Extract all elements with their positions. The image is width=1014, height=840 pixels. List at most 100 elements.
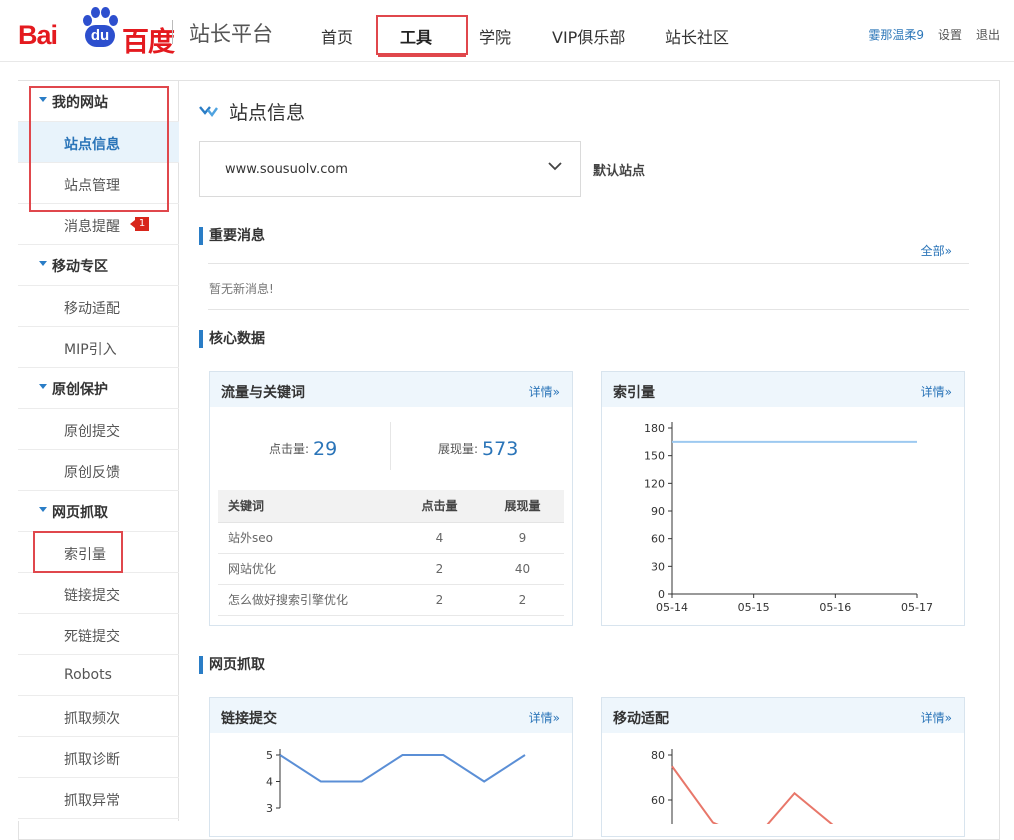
divider bbox=[208, 309, 969, 310]
nav-tools-highlight bbox=[376, 15, 468, 55]
traffic-detail-link[interactable]: 详情» bbox=[529, 383, 560, 400]
sidebar-item-original-feedback[interactable]: 原创反馈 bbox=[18, 450, 179, 491]
chevron-double-icon bbox=[199, 106, 218, 117]
sidebar-item-crawl-freq[interactable]: 抓取频次 bbox=[18, 696, 179, 737]
x-tick-label: 05-17 bbox=[901, 601, 933, 614]
sidebar-item-deadlink[interactable]: 死链提交 bbox=[18, 614, 179, 655]
user-name-link[interactable]: 霎那温柔9 bbox=[868, 28, 924, 42]
message-count-badge: 1 bbox=[130, 217, 149, 231]
clicks-cell: 2 bbox=[398, 553, 481, 585]
y-tick-label: 90 bbox=[651, 505, 665, 518]
table-header-row: 关键词 点击量 展现量 bbox=[218, 490, 564, 523]
card-title: 链接提交 bbox=[221, 711, 277, 727]
y-tick-label: 150 bbox=[644, 450, 665, 463]
sidebar-item-original-submit[interactable]: 原创提交 bbox=[18, 409, 179, 450]
default-site-label: 默认站点 bbox=[593, 164, 646, 179]
my-site-highlight-box bbox=[29, 86, 169, 212]
card-title: 索引量 bbox=[613, 385, 655, 401]
y-tick-label: 180 bbox=[644, 422, 665, 435]
sidebar-item-crawl-diagnose[interactable]: 抓取诊断 bbox=[18, 737, 179, 778]
traffic-keywords-card: 流量与关键词 详情» 点击量: 29 展现量: 573 关键词 点击量 展现量 站外… bbox=[209, 371, 573, 626]
y-tick-label: 5 bbox=[266, 749, 273, 762]
caret-down-icon bbox=[39, 384, 47, 389]
sidebar-item-label: 原创反馈 bbox=[64, 465, 120, 481]
important-messages-title: 重要消息 bbox=[199, 227, 265, 245]
caret-down-icon bbox=[39, 261, 47, 266]
sidebar-item-mobile-adapt[interactable]: 移动适配 bbox=[18, 286, 179, 327]
nav-home[interactable]: 首页 bbox=[321, 24, 353, 48]
core-data-title: 核心数据 bbox=[199, 330, 265, 348]
site-select-dropdown[interactable]: www.sousuolv.com bbox=[199, 141, 581, 197]
card-title: 流量与关键词 bbox=[221, 385, 305, 401]
y-tick-label: 60 bbox=[651, 533, 665, 546]
y-tick-label: 3 bbox=[266, 802, 273, 815]
table-row[interactable]: 怎么做好搜索引擎优化 2 2 bbox=[218, 584, 564, 616]
sidebar-item-label: 原创提交 bbox=[64, 424, 120, 440]
sidebar-group-label: 网页抓取 bbox=[52, 505, 108, 521]
y-tick-label: 30 bbox=[651, 560, 665, 573]
nav-academy[interactable]: 学院 bbox=[479, 24, 511, 48]
y-tick-label: 120 bbox=[644, 477, 665, 490]
sidebar-item-label: Robots bbox=[64, 667, 112, 683]
nav-vip-club[interactable]: VIP俱乐部 bbox=[552, 24, 625, 48]
logo-text-baidu: 百度 bbox=[122, 27, 175, 57]
y-tick-label: 80 bbox=[651, 749, 665, 762]
sidebar-item-robots[interactable]: Robots bbox=[18, 655, 179, 696]
caret-down-icon bbox=[39, 507, 47, 512]
logo-divider bbox=[172, 20, 173, 44]
site-select-value: www.sousuolv.com bbox=[225, 162, 348, 177]
sidebar-item-crawl-error[interactable]: 抓取异常 bbox=[18, 778, 179, 819]
link-submit-chart: 3 4 5 bbox=[266, 749, 526, 815]
column-header: 关键词 bbox=[218, 490, 398, 523]
sidebar-group-original[interactable]: 原创保护 bbox=[18, 368, 179, 409]
mobile-adapt-detail-link[interactable]: 详情» bbox=[921, 709, 952, 726]
x-tick-label: 05-15 bbox=[738, 601, 770, 614]
logout-link[interactable]: 退出 bbox=[976, 28, 1000, 42]
sidebar-item-link-submit[interactable]: 链接提交 bbox=[18, 573, 179, 614]
sidebar-item-label: 消息提醒 bbox=[64, 219, 120, 235]
card-title: 移动适配 bbox=[613, 711, 669, 727]
sidebar-item-label: 移动适配 bbox=[64, 301, 120, 317]
series-line bbox=[279, 754, 526, 783]
sidebar-item-label: 死链提交 bbox=[64, 629, 120, 645]
platform-title[interactable]: 站长平台 bbox=[189, 18, 273, 48]
impressions-cell: 2 bbox=[481, 584, 564, 616]
table-row[interactable]: 站外seo 4 9 bbox=[218, 522, 564, 554]
sidebar-group-crawl[interactable]: 网页抓取 bbox=[18, 491, 179, 532]
table-row[interactable]: 网站优化 2 40 bbox=[218, 553, 564, 585]
keyword-cell: 网站优化 bbox=[218, 553, 398, 585]
all-messages-link[interactable]: 全部» bbox=[921, 242, 952, 259]
clicks-cell: 4 bbox=[398, 522, 481, 554]
sidebar-item-label: 抓取异常 bbox=[64, 793, 120, 809]
user-menu: 霎那温柔9 设置 退出 bbox=[868, 26, 1000, 43]
series-line bbox=[671, 765, 834, 824]
y-tick-label: 4 bbox=[266, 776, 273, 789]
index-detail-link[interactable]: 详情» bbox=[921, 383, 952, 400]
keywords-table: 关键词 点击量 展现量 站外seo 4 9 网站优化 2 40 怎么做好搜索引擎… bbox=[218, 490, 564, 616]
logo-text-bai: Bai bbox=[18, 20, 58, 50]
nav-community[interactable]: 站长社区 bbox=[665, 24, 729, 48]
impressions-cell: 40 bbox=[481, 553, 564, 585]
y-tick-label: 60 bbox=[651, 794, 665, 807]
mobile-adapt-chart: 60 80 bbox=[651, 749, 834, 824]
no-messages-text: 暂无新消息! bbox=[209, 282, 274, 296]
sidebar-item-label: 抓取频次 bbox=[64, 711, 120, 727]
logo-text-du: du bbox=[85, 25, 115, 47]
index-volume-chart: 0 30 60 90 120 150 180 05-14 05-15 05-16 05-17 bbox=[644, 422, 933, 614]
x-tick-label: 05-14 bbox=[656, 601, 688, 614]
clicks-cell: 2 bbox=[398, 584, 481, 616]
chevron-down-icon bbox=[548, 162, 562, 171]
sidebar-group-label: 原创保护 bbox=[52, 382, 108, 398]
sidebar-group-mobile[interactable]: 移动专区 bbox=[18, 245, 179, 286]
clicks-label: 点击量: bbox=[269, 442, 310, 456]
sidebar-item-label: 抓取诊断 bbox=[64, 752, 120, 768]
sidebar-item-label: 链接提交 bbox=[64, 588, 120, 604]
page-title: 站点信息 bbox=[229, 102, 306, 124]
divider bbox=[390, 422, 391, 470]
sidebar-item-mip[interactable]: MIP引入 bbox=[18, 327, 179, 368]
settings-link[interactable]: 设置 bbox=[938, 28, 962, 42]
link-submit-card: 链接提交 详情» 3 4 5 bbox=[209, 697, 573, 837]
link-submit-detail-link[interactable]: 详情» bbox=[529, 709, 560, 726]
index-highlight-box bbox=[33, 531, 123, 573]
clicks-value: 29 bbox=[313, 438, 338, 460]
